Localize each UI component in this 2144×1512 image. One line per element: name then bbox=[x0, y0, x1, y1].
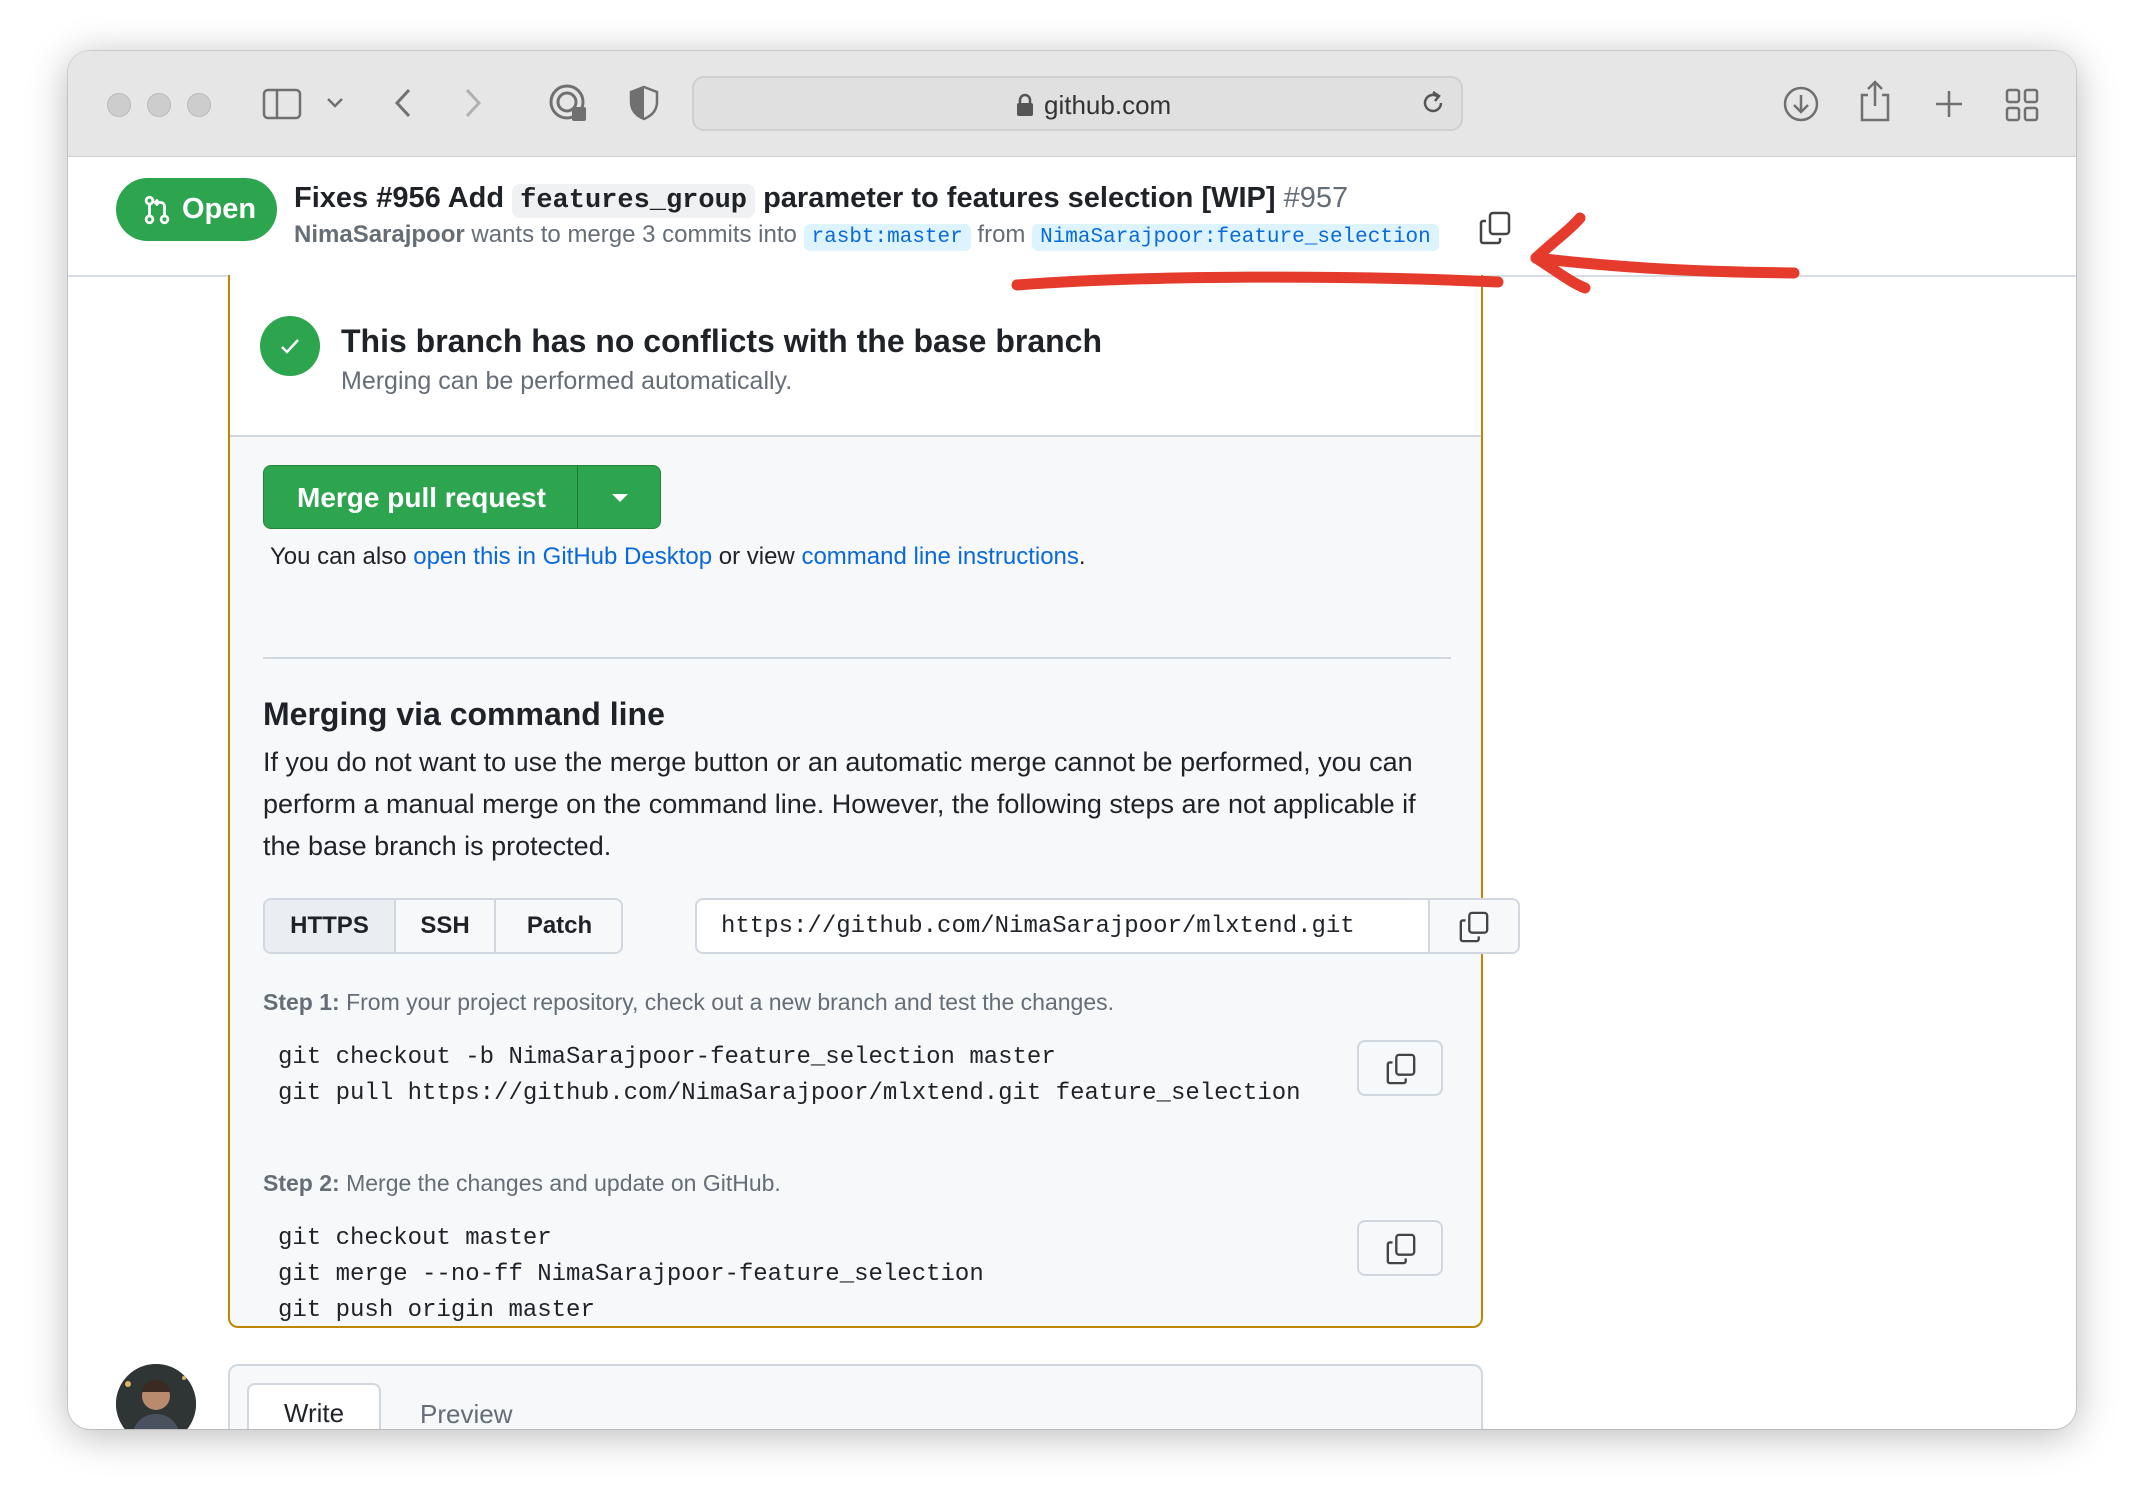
tab-https[interactable]: HTTPS bbox=[265, 900, 396, 952]
also-middle: or view bbox=[718, 543, 795, 570]
pr-number: #957 bbox=[1283, 182, 1349, 214]
protocol-tabs: HTTPS SSH Patch bbox=[263, 898, 623, 954]
pr-state-badge: Open bbox=[116, 178, 277, 241]
step1-description: From your project repository, check out … bbox=[346, 989, 1114, 1015]
step2-text: Step 2: Merge the changes and update on … bbox=[263, 1170, 781, 1197]
step1-code: git checkout -b NimaSarajpoor-feature_se… bbox=[278, 1040, 1301, 1112]
address-bar[interactable]: github.com bbox=[692, 76, 1463, 131]
code-line: git checkout master bbox=[278, 1225, 552, 1252]
step2-code: git checkout master git merge --no-ff Nim… bbox=[278, 1221, 984, 1329]
pr-header: Open Fixes #956 Add features_group param… bbox=[68, 157, 2076, 277]
download-icon[interactable] bbox=[1782, 85, 1820, 123]
merge-status-subtitle: Merging can be performed automatically. bbox=[341, 367, 793, 395]
chevron-down-icon[interactable] bbox=[326, 97, 344, 109]
copy-clone-url-button[interactable] bbox=[1428, 900, 1518, 952]
step1-label: Step 1: bbox=[263, 989, 340, 1015]
base-branch[interactable]: rasbt:master bbox=[803, 224, 971, 251]
comment-box: Write Preview bbox=[228, 1364, 1483, 1429]
tab-write[interactable]: Write bbox=[247, 1383, 381, 1429]
code-line: git push origin master bbox=[278, 1297, 595, 1324]
merge-button-divider bbox=[577, 466, 578, 528]
copy-step2-button[interactable] bbox=[1357, 1220, 1443, 1276]
pr-merge-text: wants to merge 3 commits into bbox=[471, 221, 797, 248]
tab-patch[interactable]: Patch bbox=[496, 900, 621, 952]
divider bbox=[263, 657, 1451, 659]
pr-title-suffix: parameter to features selection [WIP] bbox=[763, 182, 1276, 214]
shield-icon[interactable] bbox=[628, 85, 660, 121]
pr-from-text: from bbox=[977, 221, 1026, 248]
alternate-merge-text: You can also open this in GitHub Desktop… bbox=[270, 543, 1086, 571]
browser-window: github.com Open Fixes #956 Add features_… bbox=[68, 51, 2076, 1429]
copy-icon bbox=[1386, 1053, 1416, 1085]
code-line: git pull https://github.com/NimaSarajpoo… bbox=[278, 1080, 1301, 1107]
merge-button-label: Merge pull request bbox=[297, 482, 546, 513]
also-prefix: You can also bbox=[270, 543, 407, 570]
pr-title: Fixes #956 Add features_group parameter … bbox=[294, 182, 1349, 218]
lock-icon bbox=[1017, 93, 1033, 116]
code-line: git merge --no-ff NimaSarajpoor-feature_… bbox=[278, 1261, 984, 1288]
merge-status-title: This branch has no conflicts with the ba… bbox=[341, 323, 1103, 359]
privacy-report-icon[interactable] bbox=[548, 83, 590, 125]
git-pull-request-icon bbox=[144, 195, 170, 225]
avatar-image bbox=[116, 1364, 196, 1429]
reload-icon[interactable] bbox=[1419, 89, 1447, 117]
copy-step1-button[interactable] bbox=[1357, 1040, 1443, 1096]
cli-description: If you do not want to use the merge butt… bbox=[263, 747, 1416, 861]
pr-title-code: features_group bbox=[512, 184, 755, 218]
step2-description: Merge the changes and update on GitHub. bbox=[346, 1170, 781, 1196]
step2-label: Step 2: bbox=[263, 1170, 340, 1196]
merge-box: This branch has no conflicts with the ba… bbox=[228, 275, 1520, 1329]
pr-merge-info: NimaSarajpoor wants to merge 3 commits i… bbox=[294, 221, 1439, 251]
step1-text: Step 1: From your project repository, ch… bbox=[263, 989, 1114, 1016]
url-text: github.com bbox=[1044, 90, 1172, 120]
zoom-window-button[interactable] bbox=[187, 93, 211, 117]
back-icon[interactable] bbox=[393, 87, 413, 119]
avatar[interactable] bbox=[116, 1364, 196, 1429]
code-line: git checkout -b NimaSarajpoor-feature_se… bbox=[278, 1044, 1056, 1071]
clone-url-text: https://github.com/NimaSarajpoor/mlxtend… bbox=[721, 913, 1355, 940]
open-in-desktop-link[interactable]: open this in GitHub Desktop bbox=[413, 543, 712, 570]
share-icon[interactable] bbox=[1858, 79, 1892, 123]
also-suffix: . bbox=[1078, 543, 1086, 570]
minimize-window-button[interactable] bbox=[147, 93, 171, 117]
sidebar-icon[interactable] bbox=[262, 88, 302, 120]
new-tab-icon[interactable] bbox=[1934, 89, 1964, 119]
copy-icon bbox=[1386, 1233, 1416, 1265]
tab-overview-icon[interactable] bbox=[2005, 88, 2039, 122]
browser-toolbar: github.com bbox=[68, 51, 2076, 157]
copy-branch-icon[interactable] bbox=[1479, 211, 1511, 245]
cli-title: Merging via command line bbox=[263, 696, 665, 732]
merge-status-section: This branch has no conflicts with the ba… bbox=[230, 275, 1481, 437]
head-branch[interactable]: NimaSarajpoor:feature_selection bbox=[1032, 224, 1439, 251]
forward-icon[interactable] bbox=[463, 87, 483, 119]
tab-ssh[interactable]: SSH bbox=[396, 900, 496, 952]
merge-pull-request-button[interactable]: Merge pull request bbox=[263, 465, 661, 529]
clone-url-field[interactable]: https://github.com/NimaSarajpoor/mlxtend… bbox=[695, 898, 1520, 954]
pr-state-label: Open bbox=[182, 193, 257, 225]
check-circle-icon bbox=[260, 316, 320, 376]
pr-author-link[interactable]: NimaSarajpoor bbox=[294, 221, 465, 248]
close-window-button[interactable] bbox=[107, 93, 131, 117]
tab-preview[interactable]: Preview bbox=[420, 1399, 512, 1429]
command-line-instructions-link[interactable]: command line instructions bbox=[801, 543, 1078, 570]
check-icon bbox=[281, 339, 299, 354]
pr-title-prefix: Fixes #956 Add bbox=[294, 182, 505, 214]
merge-options-caret-icon[interactable] bbox=[612, 494, 628, 502]
copy-icon bbox=[1459, 911, 1489, 943]
